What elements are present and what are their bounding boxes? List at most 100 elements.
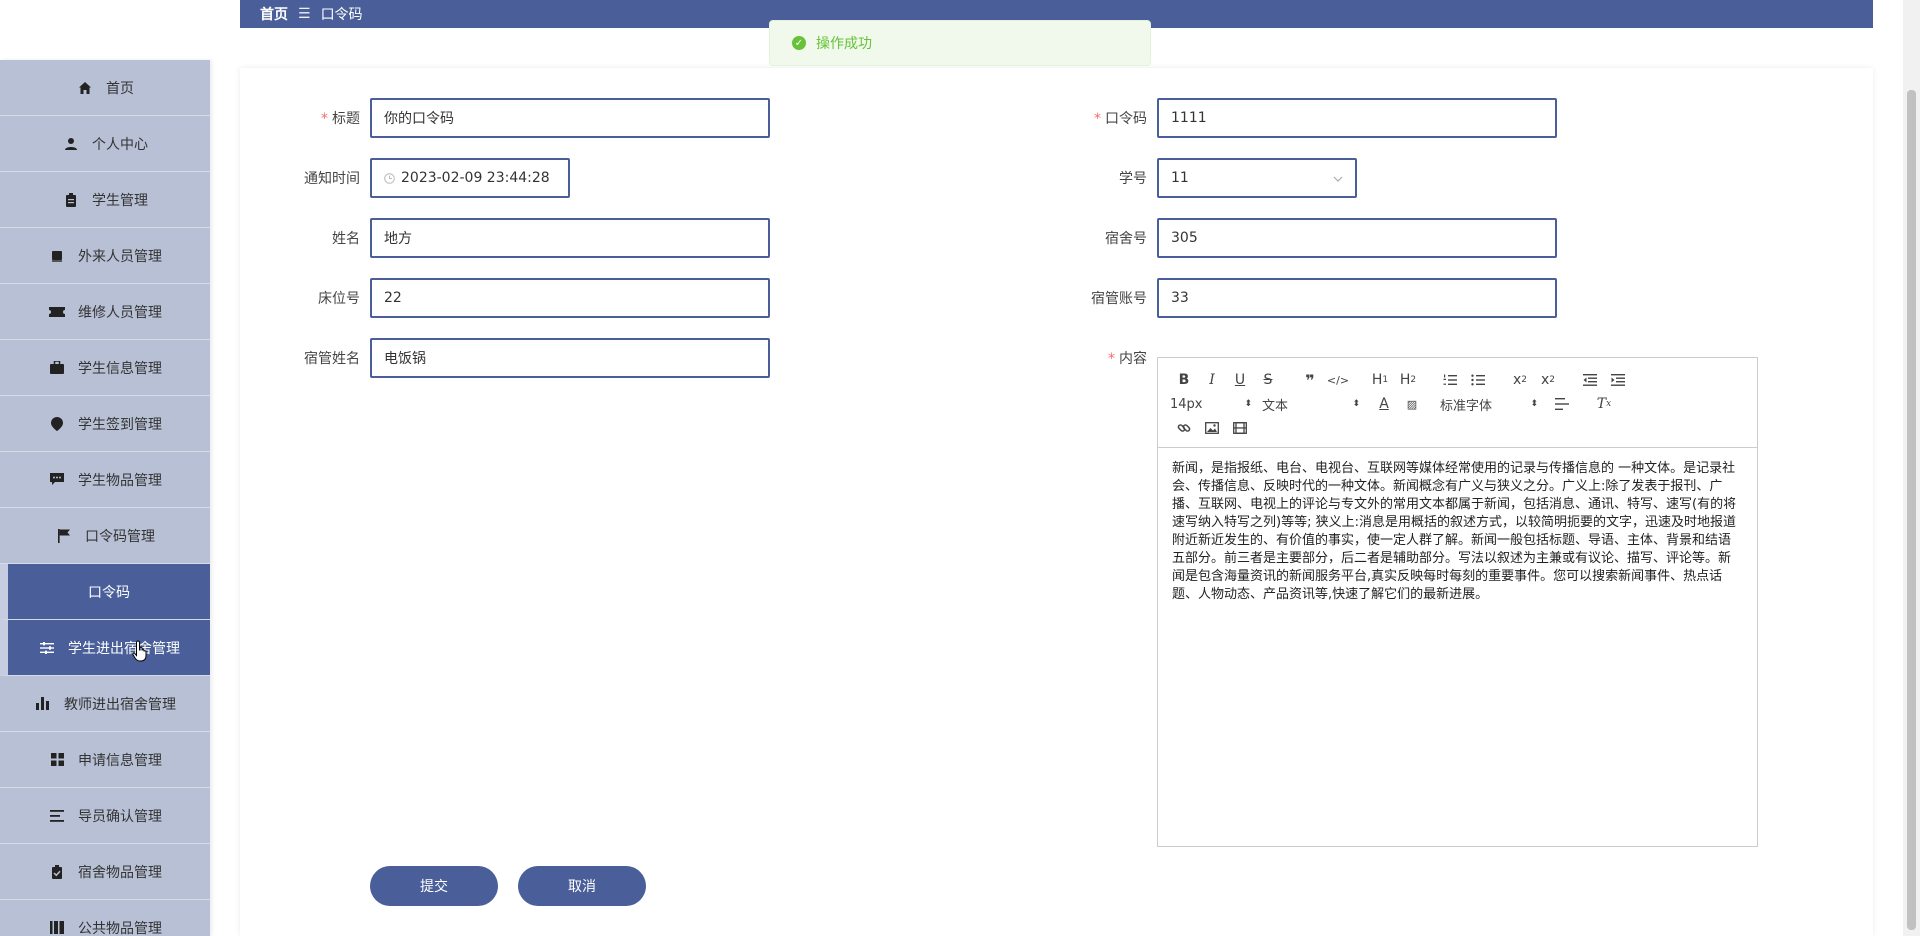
student-no-select[interactable]: 11	[1157, 158, 1357, 198]
notify-time-value: 2023-02-09 23:44:28	[401, 170, 550, 186]
code-label: * 口令码	[1094, 111, 1147, 127]
editor-content[interactable]: 新闻，是指报纸、电台、电视台、互联网等媒体经常使用的记录与传播信息的 一种文体。…	[1158, 448, 1757, 616]
sidebar-item-code-management[interactable]: 口令码管理	[0, 508, 210, 564]
sidebar-item-label: 教师进出宿舍管理	[64, 696, 176, 713]
underline-icon[interactable]: U	[1226, 368, 1254, 392]
submit-button[interactable]: 提交	[370, 866, 498, 906]
bar-chart-icon	[34, 696, 52, 712]
manager-name-label: 宿管姓名	[304, 351, 360, 367]
select-arrows-icon: ⬍	[1244, 399, 1252, 409]
dorm-no-field: 宿舍号 305	[1077, 218, 1557, 258]
columns-icon	[48, 920, 66, 936]
code-block-icon[interactable]: </>	[1324, 368, 1352, 392]
header-select[interactable]: 文本 ⬍	[1262, 392, 1370, 416]
sidebar-item-home[interactable]: 首页	[0, 60, 210, 116]
code-field: * 口令码 1111	[1077, 98, 1557, 138]
link-icon[interactable]	[1170, 416, 1198, 440]
student-no-label: 学号	[1119, 171, 1147, 187]
title-input[interactable]: 你的口令码	[370, 98, 770, 138]
sidebar-item-student-info[interactable]: 学生信息管理	[0, 340, 210, 396]
font-size-select[interactable]: 14px ⬍	[1170, 392, 1262, 416]
name-input[interactable]: 地方	[370, 218, 770, 258]
manager-account-label: 宿管账号	[1091, 291, 1147, 307]
clear-format-icon[interactable]: Tx	[1590, 392, 1618, 416]
sidebar-item-student-dorm-access[interactable]: 学生进出宿舍管理	[0, 620, 210, 676]
select-arrows-icon: ⬍	[1352, 399, 1360, 409]
sidebar-item-label: 公共物品管理	[78, 920, 162, 936]
bold-icon[interactable]: B	[1170, 368, 1198, 392]
background-color-icon[interactable]: ▨	[1398, 392, 1426, 416]
sidebar-item-label: 口令码管理	[85, 528, 155, 545]
align-icon[interactable]	[1548, 392, 1576, 416]
sidebar-item-students[interactable]: 学生管理	[0, 172, 210, 228]
content-field: * 内容	[1077, 338, 1157, 378]
font-family-select[interactable]: 标准字体 ⬍	[1440, 392, 1548, 416]
bed-no-field: 床位号 22	[290, 278, 770, 318]
title-label: * 标题	[321, 111, 360, 127]
outdent-icon[interactable]	[1576, 368, 1604, 392]
grid-icon	[48, 752, 66, 768]
breadcrumb-home[interactable]: 首页	[260, 4, 288, 24]
sidebar-item-label: 导员确认管理	[78, 808, 162, 825]
manager-account-input[interactable]: 33	[1157, 278, 1557, 318]
heading2-icon[interactable]: H2	[1394, 368, 1422, 392]
sidebar-item-profile[interactable]: 个人中心	[0, 116, 210, 172]
sidebar-item-applications[interactable]: 申请信息管理	[0, 732, 210, 788]
strikethrough-icon[interactable]: S	[1254, 368, 1282, 392]
superscript-icon[interactable]: x2	[1534, 368, 1562, 392]
chevron-down-icon	[1333, 170, 1343, 186]
scrollbar-thumb[interactable]	[1907, 90, 1916, 930]
sidebar-item-teacher-dorm-access[interactable]: 教师进出宿舍管理	[0, 676, 210, 732]
sidebar-item-label: 申请信息管理	[78, 752, 162, 769]
sidebar-item-label: 学生管理	[92, 192, 148, 209]
cancel-button[interactable]: 取消	[518, 866, 646, 906]
sidebar-item-label: 外来人员管理	[78, 248, 162, 265]
sidebar-item-student-goods[interactable]: 学生物品管理	[0, 452, 210, 508]
heading1-icon[interactable]: H1	[1366, 368, 1394, 392]
content-label: * 内容	[1108, 351, 1147, 367]
sidebar-item-public-goods[interactable]: 公共物品管理	[0, 900, 210, 936]
toast-message: 操作成功	[816, 36, 872, 52]
sidebar-item-counselor-confirm[interactable]: 导员确认管理	[0, 788, 210, 844]
subscript-icon[interactable]: x2	[1506, 368, 1534, 392]
clock-icon	[384, 172, 395, 184]
sidebar-item-label: 学生进出宿舍管理	[68, 640, 180, 657]
home-icon	[76, 80, 94, 96]
sidebar-item-label: 学生物品管理	[78, 472, 162, 489]
sidebar-item-repair-staff[interactable]: 维修人员管理	[0, 284, 210, 340]
name-field: 姓名 地方	[290, 218, 770, 258]
manager-name-input[interactable]: 电饭锅	[370, 338, 770, 378]
manager-account-field: 宿管账号 33	[1077, 278, 1557, 318]
blockquote-icon[interactable]: ❞	[1296, 368, 1324, 392]
bullet-list-icon[interactable]	[1464, 368, 1492, 392]
student-no-value: 11	[1171, 170, 1189, 186]
sidebar-item-label: 学生信息管理	[78, 360, 162, 377]
editor-toolbar: B I U S ❞ </> H1 H2 x2 x2 14px ⬍ 文本 ⬍ A …	[1158, 358, 1757, 448]
italic-icon[interactable]: I	[1198, 368, 1226, 392]
notify-time-picker[interactable]: 2023-02-09 23:44:28	[370, 158, 570, 198]
sidebar-subitem-code[interactable]: 口令码	[0, 564, 210, 620]
font-color-icon[interactable]: A	[1370, 392, 1398, 416]
ticket-icon	[48, 304, 66, 320]
page-scrollbar[interactable]	[1903, 0, 1920, 936]
code-input[interactable]: 1111	[1157, 98, 1557, 138]
sliders-icon	[38, 640, 56, 656]
sidebar-item-visitors[interactable]: 外来人员管理	[0, 228, 210, 284]
breadcrumb-current: 口令码	[320, 7, 363, 23]
dorm-no-label: 宿舍号	[1105, 231, 1147, 247]
manager-name-field: 宿管姓名 电饭锅	[290, 338, 770, 378]
sidebar-item-dorm-goods[interactable]: 宿舍物品管理	[0, 844, 210, 900]
dorm-no-input[interactable]: 305	[1157, 218, 1557, 258]
bed-no-label: 床位号	[318, 291, 360, 307]
flag-icon	[55, 528, 73, 544]
video-icon[interactable]	[1226, 416, 1254, 440]
book-icon	[48, 248, 66, 264]
ordered-list-icon[interactable]	[1436, 368, 1464, 392]
title-field: * 标题 你的口令码	[290, 98, 770, 138]
notify-time-label: 通知时间	[304, 171, 360, 187]
image-icon[interactable]	[1198, 416, 1226, 440]
sidebar-item-checkin[interactable]: 学生签到管理	[0, 396, 210, 452]
success-toast: ✓ 操作成功	[769, 20, 1151, 66]
bed-no-input[interactable]: 22	[370, 278, 770, 318]
indent-icon[interactable]	[1604, 368, 1632, 392]
